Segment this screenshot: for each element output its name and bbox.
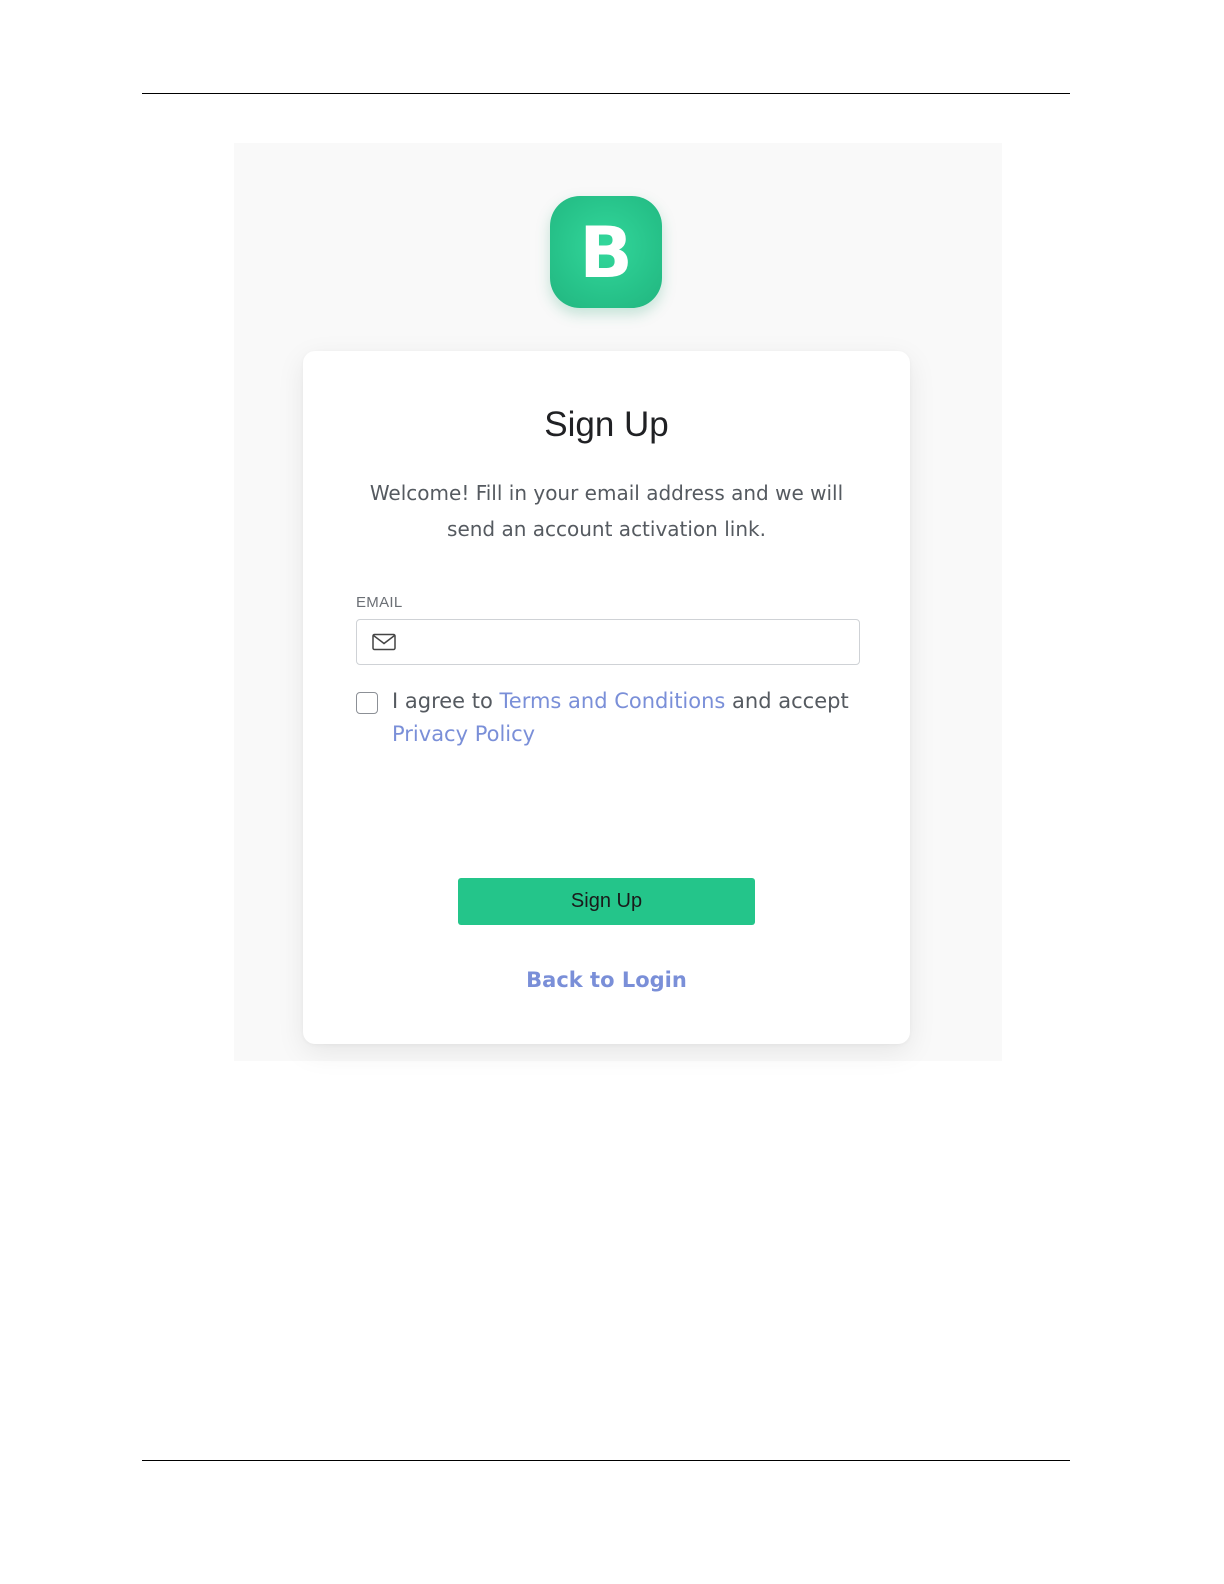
email-label: EMAIL [356, 594, 403, 611]
intro-text: Welcome! Fill in your email address and … [369, 481, 844, 541]
agree-prefix: I agree to [392, 689, 500, 713]
logo-letter: B [579, 212, 633, 294]
email-input[interactable] [407, 620, 851, 666]
privacy-link[interactable]: Privacy Policy [392, 722, 535, 746]
mail-icon [372, 633, 396, 651]
back-to-login-link[interactable]: Back to Login [303, 968, 910, 992]
sign-up-button[interactable]: Sign Up [458, 878, 755, 925]
page-header-rule [142, 93, 1070, 94]
terms-link[interactable]: Terms and Conditions [500, 689, 726, 713]
signup-card: Sign Up Welcome! Fill in your email addr… [303, 351, 910, 1044]
signup-screenshot: B Sign Up Welcome! Fill in your email ad… [234, 143, 1002, 1061]
page-title: Sign Up [544, 405, 669, 444]
agree-checkbox[interactable] [356, 692, 378, 714]
agree-middle: and accept [725, 689, 849, 713]
agree-text: I agree to Terms and Conditions and acce… [392, 685, 852, 751]
app-logo: B [550, 196, 662, 308]
email-field[interactable] [356, 619, 860, 666]
page-footer-rule [142, 1460, 1070, 1461]
